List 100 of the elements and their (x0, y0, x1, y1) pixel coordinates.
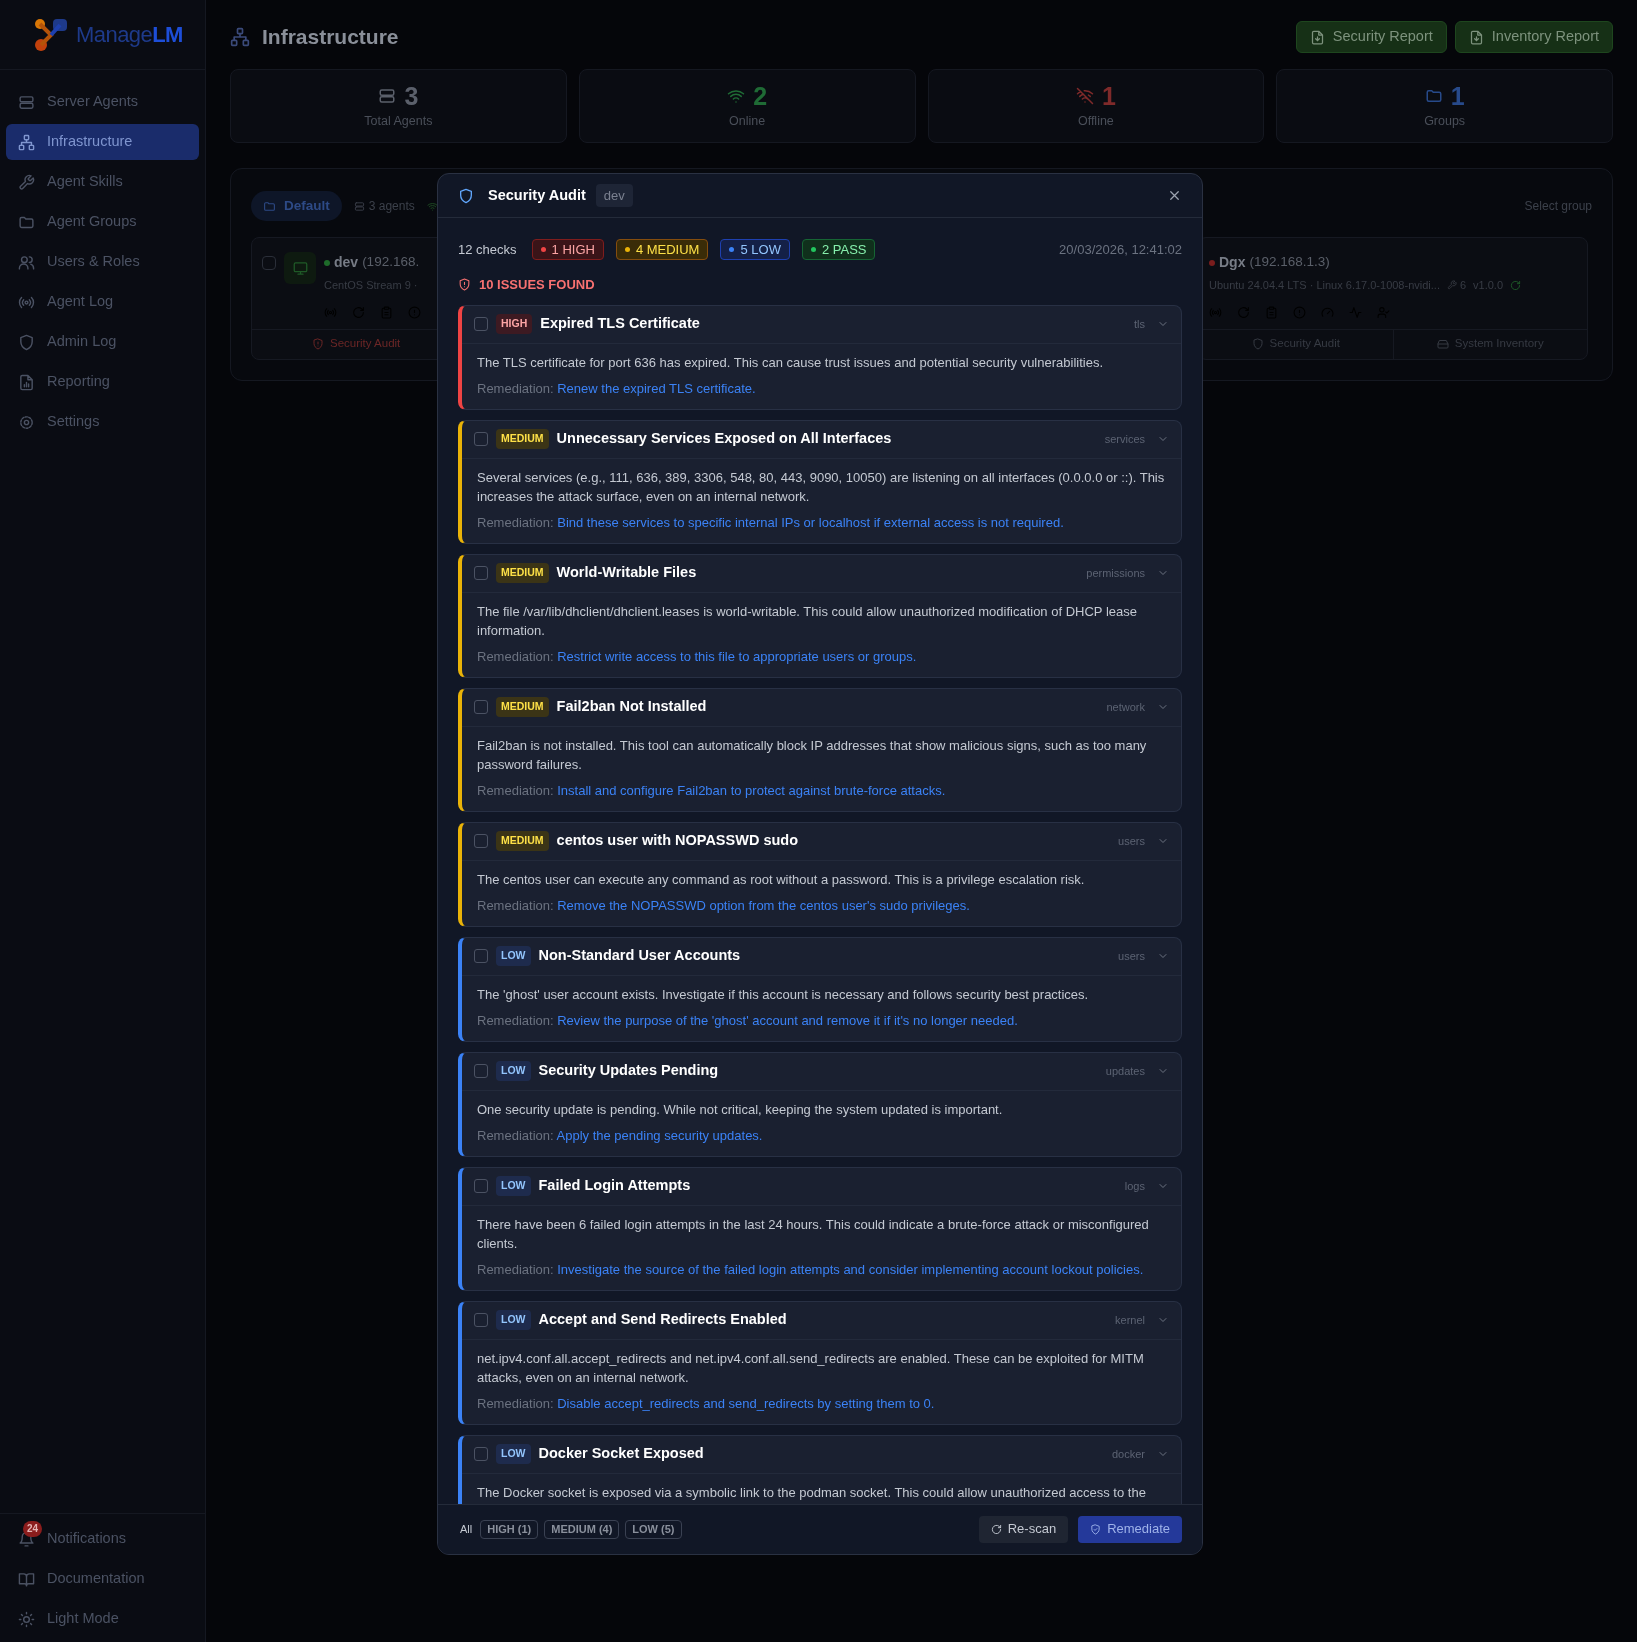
stat-label: Total Agents (364, 112, 433, 130)
filter-button[interactable]: HIGH (1) (480, 1519, 539, 1539)
checkbox[interactable] (474, 949, 488, 963)
nav-icon (18, 1530, 35, 1548)
nav-item[interactable]: Settings (6, 404, 199, 440)
close-button[interactable] (1167, 188, 1182, 203)
nav-icon (18, 373, 35, 391)
finding-title: Docker Socket Exposed (538, 1444, 704, 1464)
checkbox[interactable] (474, 1313, 488, 1327)
finding-description: The file /var/lib/dhclient/dhclient.leases is world-writable. This could allow unauthorized modification of DHCP lease information. (477, 602, 1138, 640)
group-tab[interactable]: Default (251, 191, 342, 221)
remediation-text: Remediation: Install and configure Fail2ban to protect against brute-force attacks. (477, 781, 947, 800)
nav-item[interactable]: Agent Log (6, 284, 199, 320)
finding-description: The Docker socket is exposed via a symbolic link to the podman socket. This could allow unauthorized access to the (477, 1483, 1147, 1502)
severity-badge: LOW (496, 1444, 531, 1464)
checkbox[interactable] (474, 834, 488, 848)
severity-badge: LOW (496, 946, 531, 966)
checkbox[interactable] (474, 566, 488, 580)
checkbox[interactable] (474, 700, 488, 714)
nav-icon (18, 1570, 35, 1588)
severity-badge: MEDIUM (496, 429, 549, 449)
nav-item[interactable]: Documentation (6, 1562, 199, 1596)
report-button[interactable]: Inventory Report (1454, 21, 1613, 53)
nav-item[interactable]: Infrastructure (6, 124, 199, 160)
wrench-icon (1446, 280, 1457, 291)
filter-button[interactable]: All (458, 1520, 475, 1538)
agent-ip: (192.168. (362, 253, 420, 272)
shield-alert-icon (458, 278, 471, 292)
finding-category: docker (1111, 1446, 1145, 1462)
checkbox[interactable] (474, 317, 488, 331)
agent-name: dev (334, 253, 359, 272)
finding-title: Fail2ban Not Installed (556, 697, 707, 717)
severity-badge: LOW (496, 1061, 531, 1081)
filter-button[interactable]: MEDIUM (4) (544, 1519, 620, 1539)
agent-name: Dgx (1219, 253, 1246, 272)
finding-category: users (1118, 948, 1145, 964)
remediation-text: Remediation: Bind these services to specific internal IPs or localhost if external access is not required. (477, 513, 1065, 532)
stat-label: Online (729, 112, 766, 130)
nav-icon (18, 253, 35, 271)
notification-count-badge: 24 (23, 1521, 43, 1537)
severity-count-badge: 4 MEDIUM (615, 239, 709, 260)
agent-tag: dev (595, 183, 633, 208)
finding-category: network (1106, 699, 1145, 715)
check-count: 12 checks (458, 240, 517, 259)
checkbox[interactable] (474, 1064, 488, 1078)
nav-item[interactable]: Notifications 24 (6, 1522, 199, 1556)
nav-icon (18, 1610, 35, 1628)
finding-description: net.ipv4.conf.all.accept_redirects and net.ipv4.conf.all.send_redirects are enabled. These can be exploited for MITM attacks, even on an internal network. (477, 1349, 1145, 1387)
finding-title: centos user with NOPASSWD sudo (556, 831, 799, 851)
stat-value: 1 (1101, 81, 1116, 110)
refresh-icon (990, 1523, 1002, 1535)
severity-badge: MEDIUM (496, 697, 549, 717)
shield-icon (1251, 338, 1264, 350)
checkbox[interactable] (474, 1447, 488, 1461)
shield-check-icon (1090, 1523, 1102, 1535)
finding-description: There have been 6 failed login attempts in the last 24 hours. This could indicate a brute-force attack or misconfigured clients. (477, 1215, 1150, 1253)
severity-badge: LOW (496, 1310, 531, 1330)
stat-value: 3 (404, 81, 419, 110)
remediation-text: Remediation: Review the purpose of the 'ghost' account and remove it if it's no longer needed. (477, 1011, 1019, 1030)
checkbox[interactable] (474, 1179, 488, 1193)
action-button[interactable]: Remediate (1078, 1515, 1182, 1543)
nav-icon (18, 133, 35, 151)
server-icon (353, 200, 365, 212)
nav-item[interactable]: Server Agents (6, 84, 199, 120)
severity-count-badge: 1 HIGH (531, 239, 604, 260)
folder-icon (263, 199, 276, 213)
finding-title: Non-Standard User Accounts (538, 946, 741, 966)
finding-description: One security update is pending. While not critical, keeping the system updated is important. (477, 1100, 1004, 1119)
file-download-icon (1468, 29, 1484, 45)
finding-description: The centos user can execute any command as root without a password. This is a privilege escalation risk. (477, 870, 1086, 889)
finding-title: Accept and Send Redirects Enabled (538, 1310, 787, 1330)
nav-item[interactable]: Agent Skills (6, 164, 199, 200)
finding-title: Failed Login Attempts (538, 1176, 691, 1196)
severity-badge: MEDIUM (496, 563, 549, 583)
finding-description: Several services (e.g., 111, 636, 389, 3306, 548, 80, 443, 9090, 10050) are listening on all interfaces (0.0.0.0 or ::). This increases the attack surface, even on an internal network. (477, 468, 1166, 506)
nav-item[interactable]: Agent Groups (6, 204, 199, 240)
nav-item[interactable]: Users & Roles (6, 244, 199, 280)
nav-icon (18, 93, 35, 111)
finding-description: Fail2ban is not installed. This tool can automatically block IP addresses that show malicious signs, such as too many password failures. (477, 736, 1148, 774)
stat-icon (378, 86, 397, 105)
page-title: Infrastructure (262, 24, 399, 51)
checkbox[interactable] (262, 256, 276, 270)
nav-item[interactable]: Reporting (6, 364, 199, 400)
infrastructure-icon (230, 27, 250, 47)
report-button[interactable]: Security Report (1295, 21, 1447, 53)
checkbox[interactable] (474, 432, 488, 446)
stat-value: 1 (1450, 81, 1465, 110)
nav-item[interactable]: Admin Log (6, 324, 199, 360)
filter-button[interactable]: LOW (5) (625, 1519, 682, 1539)
nav-item[interactable]: Light Mode (6, 1602, 199, 1636)
remediation-text: Remediation: Investigate the source of the failed login attempts and consider implementing account lockout policies. (477, 1260, 1145, 1279)
finding-category: permissions (1086, 565, 1145, 581)
agent-count: 3 agents (353, 197, 415, 215)
finding-category: kernel (1115, 1312, 1145, 1328)
finding-title: World-Writable Files (556, 563, 697, 583)
severity-badge: MEDIUM (496, 831, 549, 851)
finding-description: The 'ghost' user account exists. Investigate if this account is necessary and follows security best practices. (477, 985, 1090, 1004)
action-button[interactable]: Re-scan (978, 1515, 1069, 1543)
remediation-text: Remediation: Disable accept_redirects and send_redirects by setting them to 0. (477, 1394, 936, 1413)
agent-ip: (192.168.1.3) (1249, 253, 1330, 272)
